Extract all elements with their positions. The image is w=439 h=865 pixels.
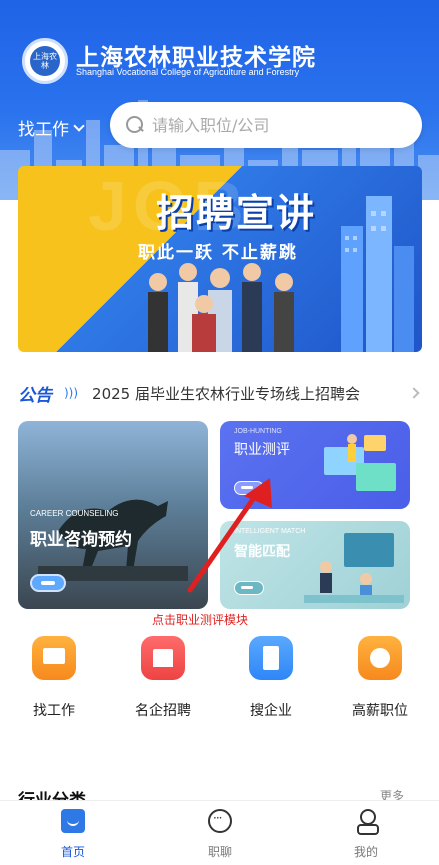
tab-label: 首页	[60, 845, 85, 859]
card-cn-label: 智能匹配	[234, 544, 290, 560]
quick-action-search-company[interactable]: 搜企业	[226, 636, 316, 720]
more-link[interactable]: 更多	[380, 787, 404, 800]
job-type-dropdown[interactable]: 找工作	[18, 115, 85, 140]
search-icon	[126, 116, 144, 134]
arrow-pill-icon	[234, 481, 264, 495]
industry-section-header: 行业分类 更多	[18, 784, 422, 800]
quick-action-famous-companies[interactable]: 名企招聘	[118, 636, 208, 720]
quick-action-high-salary[interactable]: 高薪职位	[335, 636, 425, 720]
logo-text: 上海农林	[30, 46, 60, 76]
school-name-en: Shanghai Vocational College of Agricultu…	[76, 67, 300, 77]
profile-icon	[354, 809, 379, 835]
job-assessment-card[interactable]: JOB-HUNTING 职业测评	[220, 421, 410, 509]
quick-action-label: 搜企业	[250, 703, 292, 719]
tab-label: 我的	[353, 845, 378, 859]
announcement-bar[interactable]: 公告 ))) 2025 届毕业生农林行业专场线上招聘会	[18, 378, 422, 408]
tab-chat[interactable]: 职聊	[180, 809, 260, 860]
medal-icon	[358, 636, 402, 680]
banner-title: 招聘宣讲	[156, 191, 317, 235]
chevron-down-icon	[73, 119, 85, 132]
assessment-illustration	[324, 434, 396, 491]
card-cn-label: 职业咨询预约	[30, 530, 132, 550]
job-type-label: 找工作	[18, 120, 69, 140]
career-counseling-card[interactable]: CAREER COUNSELING 职业咨询预约	[18, 421, 208, 609]
card-cn-label: 职业测评	[234, 442, 290, 458]
quick-action-label: 名企招聘	[135, 703, 191, 719]
arrow-pill-icon	[234, 581, 264, 595]
arrow-pill-icon	[30, 574, 66, 592]
quick-action-find-job[interactable]: 找工作	[9, 636, 99, 720]
card-en-label: JOB-HUNTING	[234, 428, 282, 435]
tab-profile[interactable]: 我的	[326, 809, 406, 860]
card-en-label: CAREER COUNSELING	[30, 509, 119, 518]
quick-action-label: 找工作	[33, 703, 75, 719]
recruitment-banner[interactable]: JOB 招聘宣讲 职此一跃 不止薪跳	[18, 166, 422, 352]
announcement-text: 2025 届毕业生农林行业专场线上招聘会	[92, 384, 360, 403]
chat-icon	[208, 809, 232, 833]
bottom-tab-bar: 首页 职聊 我的	[0, 800, 439, 865]
people-illustration	[148, 263, 294, 352]
monitor-icon	[32, 636, 76, 680]
section-title: 行业分类	[18, 786, 86, 800]
quick-action-label: 高薪职位	[352, 703, 408, 719]
signal-icon: )))	[64, 386, 79, 400]
search-bar[interactable]	[110, 102, 422, 148]
card-en-label: INTELLIGENT MATCH	[234, 528, 306, 535]
quick-actions: 找工作 名企招聘 搜企业 高薪职位	[0, 636, 439, 726]
buildings-illustration	[341, 196, 414, 352]
school-logo: 上海农林	[22, 38, 68, 84]
tab-label: 职聊	[207, 845, 232, 859]
chevron-right-icon	[408, 387, 420, 399]
search-input[interactable]	[152, 115, 392, 135]
building-icon	[141, 636, 185, 680]
annotation-text: 点击职业测评模块	[152, 613, 249, 627]
home-icon	[61, 809, 85, 833]
match-illustration	[304, 533, 404, 603]
tab-home[interactable]: 首页	[33, 809, 113, 860]
document-icon	[249, 636, 293, 680]
intelligent-match-card[interactable]: INTELLIGENT MATCH 智能匹配	[220, 521, 410, 609]
